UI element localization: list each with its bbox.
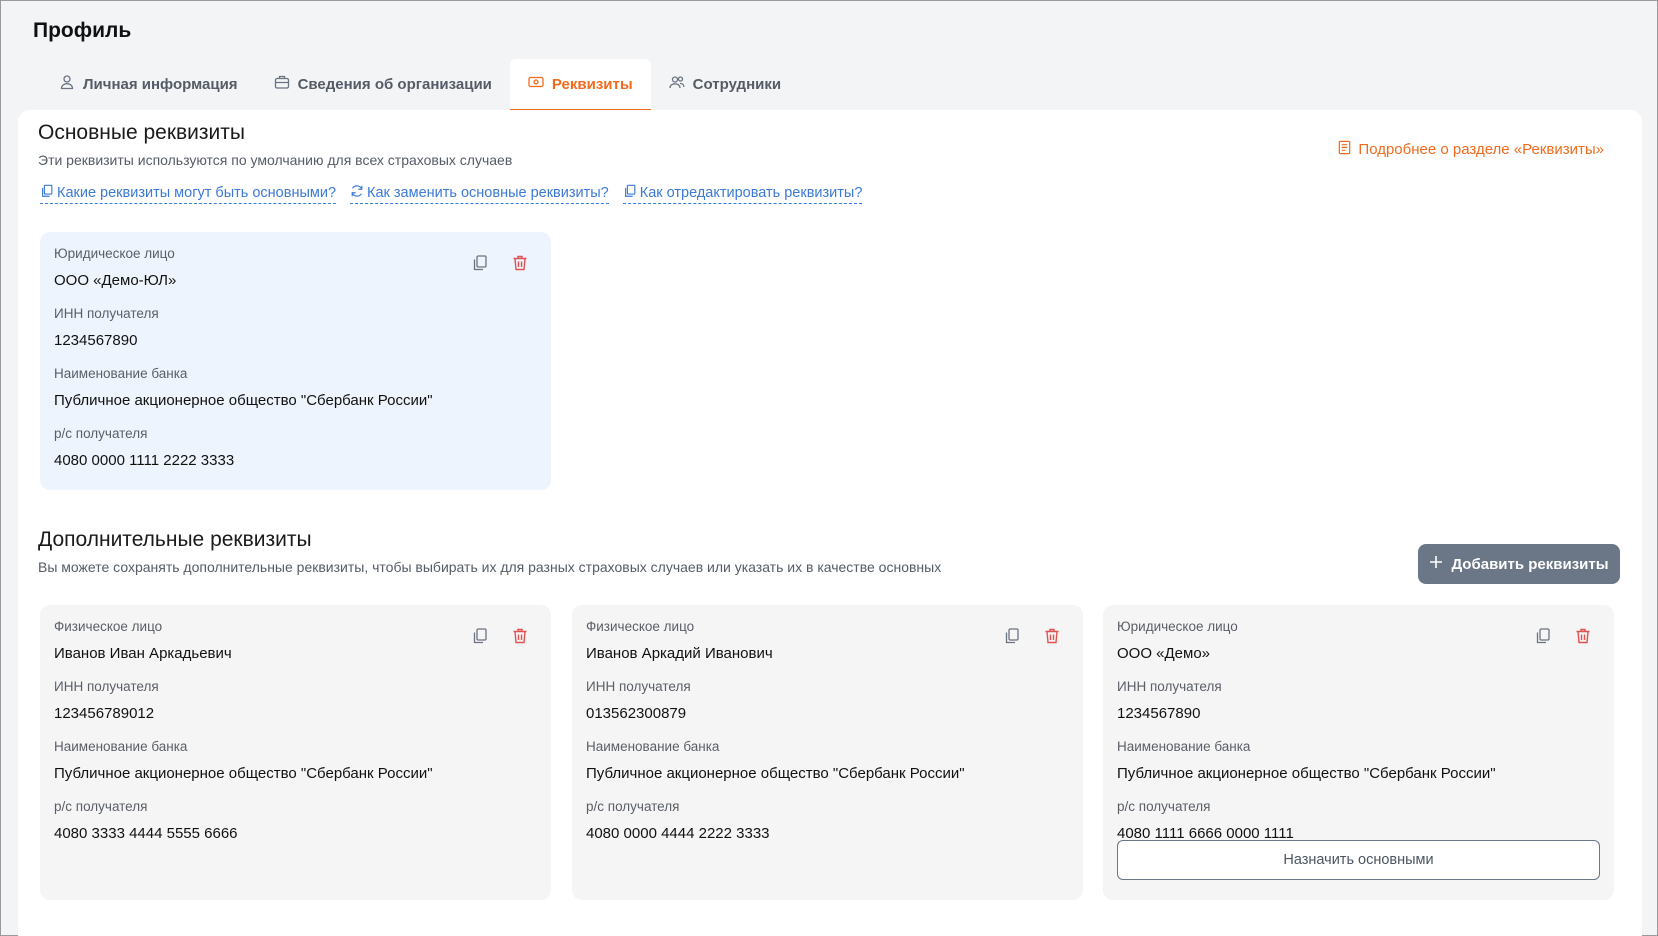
account-label: р/с получателя xyxy=(1117,799,1211,814)
document-icon xyxy=(1337,140,1352,159)
tab-organization[interactable]: Сведения об организации xyxy=(256,59,510,111)
refresh-icon xyxy=(350,184,364,202)
help-link-which-main[interactable]: Какие реквизиты могут быть основными? xyxy=(40,184,337,204)
set-as-main-button[interactable]: Назначить основными xyxy=(1117,840,1600,880)
help-link-label: Как заменить основные реквизиты? xyxy=(367,185,609,201)
account-value: 4080 3333 4444 5555 6666 xyxy=(54,825,238,842)
page-title: Профиль xyxy=(33,19,132,42)
inn-label: ИНН получателя xyxy=(586,679,691,694)
entity-type: Юридическое лицо xyxy=(1117,619,1238,634)
delete-icon[interactable] xyxy=(1043,627,1061,645)
inn-label: ИНН получателя xyxy=(54,306,159,321)
bank-label: Наименование банка xyxy=(54,366,188,381)
tab-label: Сведения об организации xyxy=(297,75,492,93)
entity-type: Физическое лицо xyxy=(586,619,695,634)
entity-type: Физическое лицо xyxy=(54,619,163,634)
inn-value: 1234567890 xyxy=(1117,705,1201,722)
banknote-icon xyxy=(528,74,544,94)
copy-icon[interactable] xyxy=(1003,627,1021,645)
tab-employees[interactable]: Сотрудники xyxy=(651,59,799,111)
account-label: р/с получателя xyxy=(586,799,680,814)
tab-personal-info[interactable]: Личная информация xyxy=(41,59,256,111)
inn-value: 123456789012 xyxy=(54,705,155,722)
account-value: 4080 0000 1111 2222 3333 xyxy=(54,452,235,469)
inn-label: ИНН получателя xyxy=(54,679,159,694)
help-links: Какие реквизиты могут быть основными? Ка… xyxy=(40,184,863,204)
main-requisites-card: Юридическое лицо ООО «Демо-ЮЛ» ИНН получ… xyxy=(40,232,551,490)
bank-value: Публичное акционерное общество "Сбербанк… xyxy=(586,765,965,782)
bank-label: Наименование банка xyxy=(586,739,720,754)
account-label: р/с получателя xyxy=(54,799,148,814)
add-button-label: Добавить реквизиты xyxy=(1451,555,1609,573)
inn-value: 1234567890 xyxy=(54,332,138,349)
help-link-label: Как отредактировать реквизиты? xyxy=(639,185,863,201)
bank-value: Публичное акционерное общество "Сбербанк… xyxy=(54,765,433,782)
profile-tabs: Личная информация Сведения об организаци… xyxy=(41,59,799,111)
inn-value: 013562300879 xyxy=(586,705,687,722)
delete-icon[interactable] xyxy=(511,627,529,645)
tab-label: Реквизиты xyxy=(551,75,633,93)
extra-requisites-card: Физическое лицо Иванов Аркадий Иванович … xyxy=(572,605,1083,900)
copy-icon[interactable] xyxy=(1534,627,1552,645)
copy-icon[interactable] xyxy=(471,627,489,645)
more-about-requisites-link[interactable]: Подробнее о разделе «Реквизиты» xyxy=(1337,140,1604,159)
extra-requisites-card: Физическое лицо Иванов Иван Аркадьевич И… xyxy=(40,605,551,900)
entity-type: Юридическое лицо xyxy=(54,246,175,261)
extra-requisites-description: Вы можете сохранять дополнительные рекви… xyxy=(38,559,942,575)
account-value: 4080 0000 4444 2222 3333 xyxy=(586,825,770,842)
entity-name: Иванов Аркадий Иванович xyxy=(586,645,773,662)
entity-name: ООО «Демо-ЮЛ» xyxy=(54,272,177,289)
bank-label: Наименование банка xyxy=(54,739,188,754)
delete-icon[interactable] xyxy=(1574,627,1592,645)
entity-name: ООО «Демо» xyxy=(1117,645,1211,662)
extra-requisites-title: Дополнительные реквизиты xyxy=(38,528,312,551)
users-icon xyxy=(669,74,685,94)
main-requisites-title: Основные реквизиты xyxy=(38,121,245,144)
main-requisites-description: Эти реквизиты используются по умолчанию … xyxy=(38,152,513,168)
add-requisites-button[interactable]: Добавить реквизиты xyxy=(1418,544,1620,584)
copy-icon xyxy=(623,184,637,202)
tab-label: Личная информация xyxy=(83,75,238,93)
briefcase-icon xyxy=(274,74,290,94)
delete-icon[interactable] xyxy=(511,254,529,272)
bank-value: Публичное акционерное общество "Сбербанк… xyxy=(1117,765,1496,782)
bank-value: Публичное акционерное общество "Сбербанк… xyxy=(54,392,433,409)
help-link-how-replace[interactable]: Как заменить основные реквизиты? xyxy=(350,184,609,204)
extra-requisites-card: Юридическое лицо ООО «Демо» ИНН получате… xyxy=(1103,605,1614,900)
inn-label: ИНН получателя xyxy=(1117,679,1222,694)
tab-label: Сотрудники xyxy=(692,75,782,93)
copy-icon xyxy=(40,184,54,202)
requisites-panel: Основные реквизиты Эти реквизиты использ… xyxy=(18,110,1642,936)
bank-label: Наименование банка xyxy=(1117,739,1251,754)
entity-name: Иванов Иван Аркадьевич xyxy=(54,645,232,662)
tab-requisites[interactable]: Реквизиты xyxy=(509,59,651,111)
plus-icon xyxy=(1429,555,1443,573)
copy-icon[interactable] xyxy=(471,254,489,272)
user-icon xyxy=(59,74,75,94)
account-label: р/с получателя xyxy=(54,426,148,441)
help-link-label: Какие реквизиты могут быть основными? xyxy=(57,185,337,201)
help-link-how-edit[interactable]: Как отредактировать реквизиты? xyxy=(622,184,863,204)
more-link-label: Подробнее о разделе «Реквизиты» xyxy=(1358,141,1604,158)
